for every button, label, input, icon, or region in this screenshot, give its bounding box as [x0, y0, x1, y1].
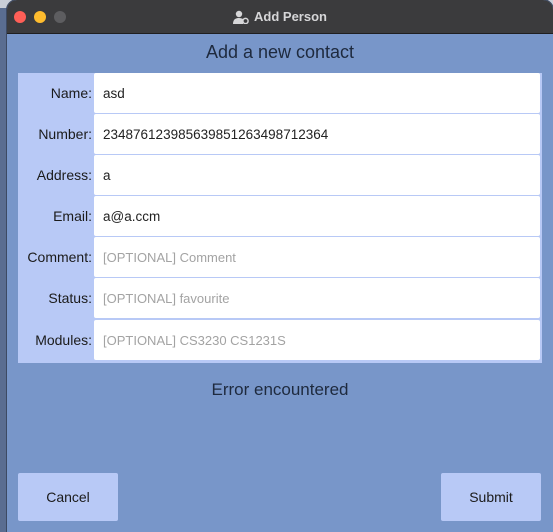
address-label: Address:	[36, 167, 92, 183]
contact-form: Name: asd Number: 2348761239856398512634…	[18, 73, 542, 363]
email-field[interactable]: a@a.ccm	[94, 196, 540, 236]
name-label: Name:	[50, 85, 92, 101]
address-row: Address: a	[18, 155, 542, 195]
modules-field[interactable]: [OPTIONAL] CS3230 CS1231S	[94, 320, 540, 360]
title-bar[interactable]: Add Person	[7, 0, 553, 34]
number-field[interactable]: 234876123985639851263498712364	[94, 114, 540, 154]
email-label: Email:	[53, 208, 92, 224]
person-gear-icon	[233, 10, 249, 24]
number-label: Number:	[38, 126, 92, 142]
form-heading: Add a new contact	[205, 42, 355, 62]
name-row: Name: asd	[18, 73, 542, 113]
window-title-text: Add Person	[254, 9, 327, 24]
status-row: Status: [OPTIONAL] favourite	[18, 278, 542, 318]
error-message: Error encountered	[211, 380, 349, 399]
name-field[interactable]: asd	[94, 73, 540, 113]
comment-field[interactable]: [OPTIONAL] Comment	[94, 237, 540, 277]
cancel-button[interactable]: Cancel	[18, 473, 118, 521]
email-row: Email: a@a.ccm	[18, 196, 542, 236]
add-person-window: Add Person Add a new contact Name: asd N…	[7, 0, 553, 532]
modules-label: Modules:	[35, 332, 92, 348]
comment-row: Comment: [OPTIONAL] Comment	[18, 237, 542, 277]
comment-label: Comment:	[27, 249, 92, 265]
modules-row: Modules: [OPTIONAL] CS3230 CS1231S	[18, 320, 542, 360]
status-label: Status:	[48, 290, 92, 306]
submit-button[interactable]: Submit	[441, 473, 541, 521]
status-field[interactable]: [OPTIONAL] favourite	[94, 278, 540, 318]
number-row: Number: 234876123985639851263498712364	[18, 114, 542, 154]
window-title: Add Person	[7, 0, 553, 33]
address-field[interactable]: a	[94, 155, 540, 195]
